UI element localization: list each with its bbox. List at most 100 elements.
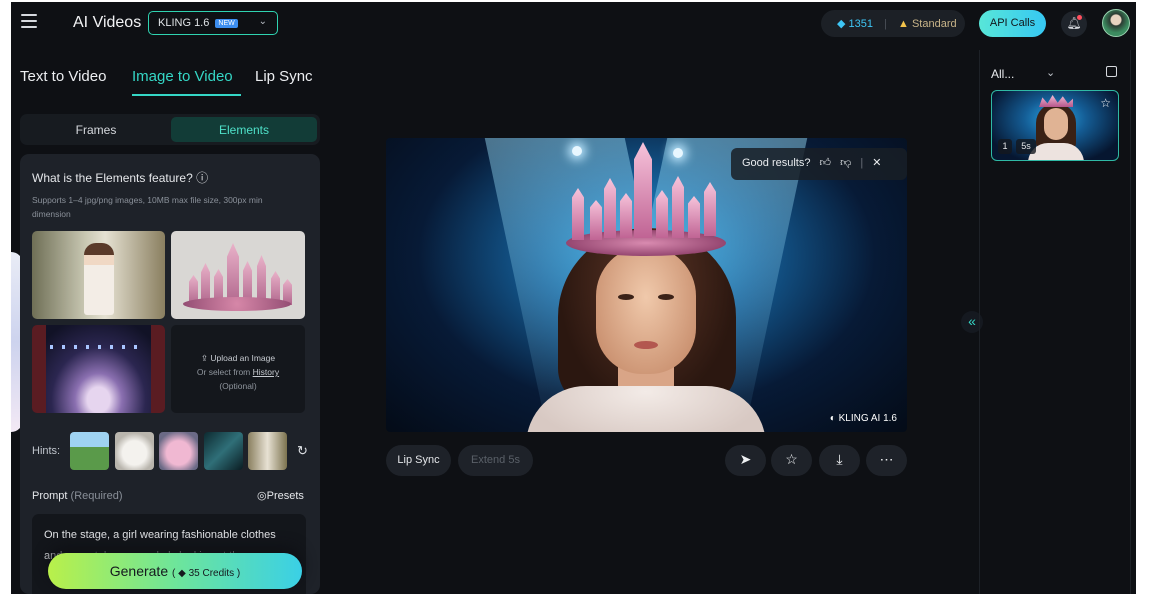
mode-switch: Frames Elements bbox=[20, 114, 320, 145]
feedback-label: Good results? bbox=[742, 157, 811, 169]
hint-image-2[interactable] bbox=[115, 432, 154, 470]
kling-logo-icon: ◐ bbox=[829, 413, 839, 424]
chevron-down-icon: ⌄ bbox=[258, 16, 267, 27]
elements-help-question[interactable]: What is the Elements feature? ⓘ bbox=[32, 169, 208, 186]
face bbox=[1044, 108, 1068, 140]
crown-crystal bbox=[590, 200, 602, 240]
crown-crystal bbox=[656, 190, 668, 238]
app-title: AI Videos bbox=[73, 14, 142, 31]
plan-label: Standard bbox=[911, 18, 957, 30]
notification-dot bbox=[1077, 15, 1082, 20]
more-icon[interactable]: ⋯ bbox=[866, 445, 907, 476]
tab-text-to-video[interactable]: Text to Video bbox=[20, 68, 106, 85]
history-index: 1 bbox=[998, 139, 1012, 154]
crown-crystal bbox=[688, 196, 700, 238]
api-calls-button[interactable]: API Calls bbox=[979, 10, 1046, 37]
dress bbox=[526, 386, 766, 432]
dress bbox=[1028, 143, 1084, 160]
credits-count: 1351 bbox=[848, 18, 874, 30]
model-select[interactable]: KLING 1.6 NEW ⌄ bbox=[148, 11, 278, 35]
thumbs-up-icon[interactable]: 👍︎ bbox=[820, 157, 832, 169]
thumbs-down-icon[interactable]: 👎︎ bbox=[840, 157, 851, 169]
refresh-icon[interactable]: ↻ bbox=[297, 443, 308, 459]
star-icon[interactable]: ☆ bbox=[1100, 96, 1111, 110]
video-preview[interactable]: Good results? 👍︎ 👎︎ | ✕ ◐ KLING AI 1.6 bbox=[386, 138, 907, 432]
presets-label: Presets bbox=[266, 490, 304, 502]
hint-image-5[interactable] bbox=[248, 432, 287, 470]
generate-button[interactable]: Generate ( ◆ 35 Credits ) bbox=[48, 553, 302, 589]
prompt-required: (Required) bbox=[70, 490, 123, 502]
history-item[interactable]: 1 5s ☆ bbox=[991, 90, 1119, 161]
tab-lip-sync[interactable]: Lip Sync bbox=[255, 68, 313, 85]
credit-drop-icon: ◆ bbox=[837, 18, 846, 30]
lips bbox=[634, 341, 658, 349]
avatar[interactable] bbox=[1102, 9, 1130, 37]
generate-credits: ( ◆ 35 Credits ) bbox=[172, 568, 241, 579]
spotlight bbox=[572, 146, 582, 156]
stage-lights bbox=[50, 345, 146, 349]
upload-icon: ⇪ bbox=[200, 353, 211, 363]
spotlight bbox=[673, 148, 683, 158]
girl-figure bbox=[84, 243, 114, 315]
model-name: KLING 1.6 bbox=[158, 17, 210, 29]
prompt-label: Prompt (Required) bbox=[32, 490, 123, 502]
elements-tab[interactable]: Elements bbox=[171, 117, 317, 142]
watermark-text: KLING AI 1.6 bbox=[838, 413, 897, 424]
history-duration: 5s bbox=[1016, 139, 1036, 154]
generate-label: Generate bbox=[109, 563, 169, 579]
active-tab-indicator bbox=[132, 94, 241, 96]
hints-label: Hints: bbox=[32, 445, 61, 457]
hint-image-1[interactable] bbox=[70, 432, 109, 470]
menu-icon[interactable] bbox=[21, 14, 37, 30]
history-filter[interactable]: All... bbox=[991, 67, 1014, 81]
notification-bell-icon[interactable]: 🔔︎ bbox=[1061, 11, 1087, 37]
element-image-stage[interactable] bbox=[32, 325, 165, 413]
presets-icon: ◎ bbox=[257, 490, 267, 502]
download-icon[interactable]: ⤓ bbox=[819, 445, 860, 476]
upload-or-text: Or select from bbox=[196, 367, 251, 377]
curtain-left bbox=[32, 325, 46, 413]
divider: | bbox=[884, 18, 887, 30]
presets-button[interactable]: ◎Presets bbox=[257, 489, 304, 502]
credits-cost: 35 Credits bbox=[188, 568, 235, 579]
lip-sync-button[interactable]: Lip Sync bbox=[386, 445, 451, 476]
face bbox=[596, 246, 696, 374]
crown-crystal bbox=[634, 142, 652, 238]
element-image-crown[interactable] bbox=[171, 231, 305, 319]
eye bbox=[658, 294, 674, 300]
close-icon[interactable]: ✕ bbox=[872, 157, 881, 169]
top-bar: AI Videos KLING 1.6 NEW ⌄ ◆ 1351 | ▲ Sta… bbox=[11, 2, 1136, 46]
kling-watermark: ◐ KLING AI 1.6 bbox=[830, 413, 897, 424]
share-icon[interactable]: ➤ bbox=[725, 445, 766, 476]
history-panel: All... ⌄ 1 5s ☆ bbox=[979, 50, 1131, 594]
curtain-right bbox=[151, 325, 165, 413]
frames-tab[interactable]: Frames bbox=[23, 117, 169, 142]
crown-crystal bbox=[704, 182, 716, 236]
star-icon[interactable]: ☆ bbox=[771, 445, 812, 476]
credits-display[interactable]: ◆ 1351 | ▲ Standard bbox=[821, 10, 965, 37]
feedback-bar: Good results? 👍︎ 👎︎ | ✕ bbox=[731, 148, 907, 180]
upload-requirements: Supports 1–4 jpg/png images, 10MB max fi… bbox=[32, 195, 263, 219]
upload-text: ⇪ Upload an Image Or select from History… bbox=[171, 351, 305, 393]
elements-card: What is the Elements feature? ⓘ Supports… bbox=[20, 154, 320, 594]
hint-image-3[interactable] bbox=[159, 432, 198, 470]
tab-image-to-video[interactable]: Image to Video bbox=[132, 68, 233, 85]
crown-crystal bbox=[604, 178, 616, 238]
upload-label: Upload an Image bbox=[210, 353, 276, 363]
chevron-down-icon[interactable]: ⌄ bbox=[1046, 66, 1055, 79]
multi-select-icon[interactable] bbox=[1106, 66, 1117, 77]
element-image-girl[interactable] bbox=[32, 231, 165, 319]
hint-image-4[interactable] bbox=[204, 432, 243, 470]
extend-button[interactable]: Extend 5s bbox=[458, 445, 533, 476]
crown-crystal bbox=[572, 188, 584, 240]
upload-image-slot[interactable]: ⇪ Upload an Image Or select from History… bbox=[171, 325, 305, 413]
crown-crystal bbox=[672, 176, 684, 238]
crown bbox=[1039, 95, 1073, 107]
eye bbox=[618, 294, 634, 300]
crystal-shape bbox=[227, 243, 239, 305]
crown-crystal bbox=[620, 193, 632, 238]
plan-icon: ▲ bbox=[898, 18, 909, 30]
divider: | bbox=[860, 157, 864, 169]
history-link[interactable]: History bbox=[253, 367, 279, 377]
app-window: AI Videos KLING 1.6 NEW ⌄ ◆ 1351 | ▲ Sta… bbox=[11, 2, 1136, 594]
